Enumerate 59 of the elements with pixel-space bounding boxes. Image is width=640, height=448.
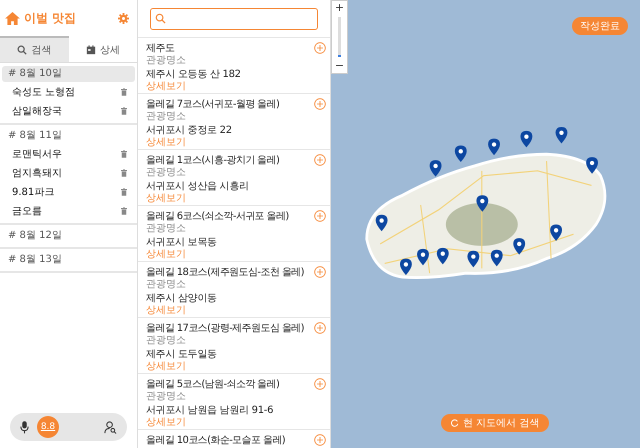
place-category: 관광명소 (146, 55, 186, 66)
place-category: 관광명소 (146, 167, 186, 178)
place-title: 제주도 (146, 42, 174, 55)
day-header[interactable]: # 8월 13일 (2, 252, 135, 268)
app-title: 이벌 맛집 (24, 10, 78, 26)
place-name[interactable]: 로맨틱서우 (12, 146, 62, 160)
place-category: 관광명소 (146, 279, 186, 290)
add-icon[interactable] (314, 42, 326, 54)
search-icon (17, 45, 28, 55)
sidebar-tab[interactable]: 검색 (0, 36, 68, 62)
trash-icon[interactable] (121, 106, 127, 114)
zoom-slider[interactable] (338, 17, 341, 57)
place-category: 관광명소 (146, 223, 186, 234)
place-category: 관광명소 (146, 111, 186, 122)
calendar-icon (86, 45, 96, 55)
place-name[interactable]: 엄지흑돼지 (12, 166, 62, 180)
place-category: 관광명소 (146, 391, 186, 402)
place-address: 서귀포시 보목동 (146, 237, 217, 249)
place-address: 서귀포시 성산읍 시흥리 (146, 181, 249, 193)
place-category: 관광명소 (146, 335, 186, 346)
place-title: 올레길 5코스(남원-쇠소깍 올레) (146, 378, 280, 391)
trash-icon[interactable] (121, 188, 127, 196)
trash-icon[interactable] (121, 150, 127, 158)
place-address: 서귀포시 중정로 22 (146, 125, 232, 137)
trash-icon[interactable] (121, 168, 127, 176)
place-title: 올레길 17코스(광령-제주원도심 올레) (146, 322, 304, 335)
add-icon[interactable] (314, 210, 326, 222)
place-name[interactable]: 삼일해장국 (12, 104, 62, 118)
map-view[interactable]: + − 작성완료 현 지도에서 검색 (331, 0, 640, 448)
add-icon[interactable] (314, 434, 326, 446)
place-name[interactable]: 9.81파크 (12, 184, 54, 198)
trash-icon[interactable] (121, 88, 127, 96)
place-title: 올레길 6코스(쇠소깍-서귀포 올레) (146, 210, 289, 223)
settings-icon[interactable] (118, 12, 129, 24)
refresh-icon (451, 419, 459, 427)
home-icon[interactable] (5, 12, 20, 24)
person-search-icon[interactable] (104, 420, 117, 434)
place-title: 올레길 7코스(서귀포-월평 올레) (146, 98, 280, 111)
microphone-icon[interactable] (20, 420, 29, 434)
search-icon (155, 13, 166, 24)
place-title: 올레길 18코스(제주원도심-조천 올레) (146, 266, 304, 279)
day-header[interactable]: # 8월 10일 (2, 66, 135, 82)
place-title: 올레길 1코스(시흥-광치기 올레) (146, 154, 280, 167)
add-icon[interactable] (314, 98, 326, 110)
trash-icon[interactable] (121, 206, 127, 214)
add-icon[interactable] (314, 322, 326, 334)
add-icon[interactable] (314, 378, 326, 390)
day-header[interactable]: # 8월 11일 (2, 128, 135, 144)
place-name[interactable]: 금오름 (12, 204, 42, 218)
add-icon[interactable] (314, 154, 326, 166)
place-title: 올레길 10코스(화순-모슬포 올레) (146, 434, 286, 447)
place-address: 제주시 삼양이동 (146, 293, 217, 305)
place-name[interactable]: 숙성도 노형점 (12, 84, 76, 98)
place-address: 제주시 오등동 산 182 (146, 69, 241, 81)
place-address: 제주시 도두일동 (146, 349, 217, 361)
add-icon[interactable] (314, 266, 326, 278)
place-address: 서귀포시 남원읍 남원리 91-6 (146, 405, 274, 417)
day-header[interactable]: # 8월 12일 (2, 228, 135, 244)
search-field[interactable] (150, 8, 318, 30)
